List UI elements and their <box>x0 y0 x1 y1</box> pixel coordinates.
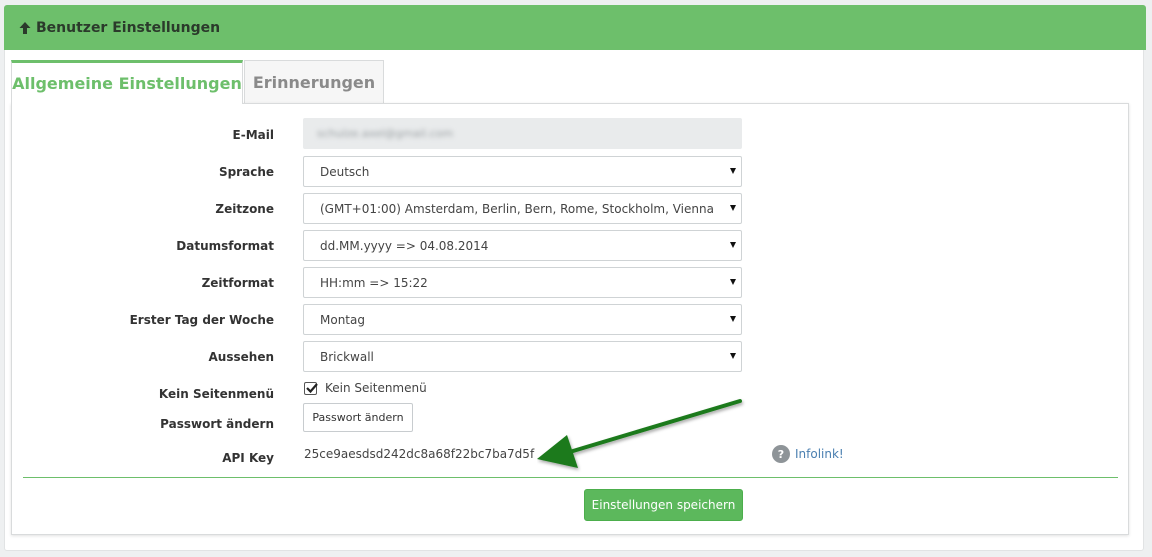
sprache-select[interactable]: Deutsch <box>303 156 742 187</box>
datumsformat-label: Datumsformat <box>176 239 274 253</box>
erster-tag-label: Erster Tag der Woche <box>129 313 274 327</box>
info-link[interactable]: Infolink! <box>795 447 844 461</box>
kein-seitenmenu-label: Kein Seitenmenü <box>158 387 274 401</box>
datumsformat-select[interactable]: dd.MM.yyyy => 04.08.2014 <box>303 230 742 261</box>
zeitzone-select[interactable]: (GMT+01:00) Amsterdam, Berlin, Bern, Rom… <box>303 193 742 224</box>
zeitzone-value: (GMT+01:00) Amsterdam, Berlin, Bern, Rom… <box>320 201 714 216</box>
save-settings-button[interactable]: Einstellungen speichern <box>584 489 743 521</box>
annotation-arrow-icon <box>537 399 742 468</box>
erster-tag-value: Montag <box>320 312 365 327</box>
chevron-down-icon <box>730 168 736 174</box>
email-label: E-Mail <box>232 128 274 142</box>
arrow-up-icon <box>18 20 32 36</box>
datumsformat-value: dd.MM.yyyy => 04.08.2014 <box>320 238 489 253</box>
email-field: schulze.axel@gmail.com <box>303 118 742 149</box>
sprache-value: Deutsch <box>320 164 370 179</box>
kein-seitenmenu-checkbox-label[interactable]: Kein Seitenmenü <box>325 381 427 395</box>
chevron-down-icon <box>730 353 736 359</box>
passwort-aendern-button[interactable]: Passwort ändern <box>303 403 413 432</box>
zeitformat-label: Zeitformat <box>201 276 274 290</box>
tab-allgemeine-einstellungen[interactable]: Allgemeine Einstellungen <box>11 60 243 104</box>
api-key-value: 25ce9aesdsd242dc8a68f22bc7ba7d5f <box>304 447 535 461</box>
checkmark-icon <box>306 382 318 393</box>
api-key-label: API Key <box>222 451 274 465</box>
kein-seitenmenu-checkbox[interactable] <box>304 381 318 395</box>
panel-heading[interactable]: Benutzer Einstellungen <box>4 5 1146 50</box>
email-value: schulze.axel@gmail.com <box>317 127 454 140</box>
panel-title: Benutzer Einstellungen <box>36 19 221 36</box>
tab-content: E-Mail schulze.axel@gmail.com Sprache De… <box>11 103 1129 535</box>
tab-erinnerungen[interactable]: Erinnerungen <box>244 60 384 104</box>
zeitformat-select[interactable]: HH:mm => 15:22 <box>303 267 742 298</box>
chevron-down-icon <box>730 279 736 285</box>
sprache-label: Sprache <box>218 165 274 179</box>
help-icon[interactable]: ? <box>772 445 790 463</box>
kein-seitenmenu-checkbox-group: Kein Seitenmenü <box>304 381 427 395</box>
zeitformat-value: HH:mm => 15:22 <box>320 275 428 290</box>
aussehen-select[interactable]: Brickwall <box>303 341 742 372</box>
info-group: ? Infolink! <box>772 445 844 463</box>
aussehen-label: Aussehen <box>208 350 274 364</box>
zeitzone-label: Zeitzone <box>215 202 274 216</box>
erster-tag-select[interactable]: Montag <box>303 304 742 335</box>
chevron-down-icon <box>730 242 736 248</box>
chevron-down-icon <box>730 316 736 322</box>
passwort-label: Passwort ändern <box>160 417 274 431</box>
aussehen-value: Brickwall <box>320 349 374 364</box>
chevron-down-icon <box>730 205 736 211</box>
